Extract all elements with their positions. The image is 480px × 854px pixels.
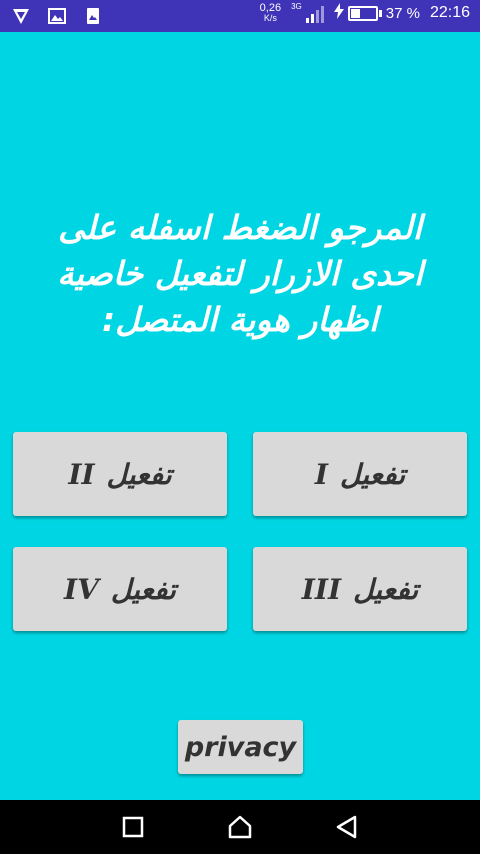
recent-apps-button[interactable] [113,807,153,847]
vpn-shield-icon [10,5,32,27]
battery-fill [350,8,361,18]
network-speed: 0,26 K/s [259,2,282,24]
activate-button-4[interactable]: تفعيل IV [13,547,227,631]
battery-icon [347,5,378,21]
button-numeral: III [301,572,342,606]
battery: 37 % [333,3,420,23]
back-icon [336,815,356,839]
button-label: تفعيل [340,457,406,491]
battery-percent: 37 % [385,4,420,22]
back-button[interactable] [327,807,367,847]
clock: 22:16 [429,4,470,21]
activate-button-3[interactable]: تفعيل III [253,547,467,631]
button-label: تفعيل [106,457,172,491]
status-right: 0,26 K/s 3G 37 % 22:16 [260,3,470,23]
signal-icon: 3G [291,3,324,23]
home-icon [228,815,252,839]
charging-icon [333,3,344,23]
network-type: 3G [291,2,302,11]
button-label: تفعيل [353,572,419,606]
home-button[interactable] [220,807,260,847]
privacy-button[interactable]: privacy [178,720,303,774]
status-bar: 0,26 K/s 3G 37 % 22:16 [0,0,480,32]
recent-apps-icon [123,816,144,838]
button-label: تفعيل [110,572,176,606]
gallery-icon [46,5,68,27]
net-speed-value: 0,26 [259,2,282,14]
activate-button-1[interactable]: تفعيل I [253,432,467,516]
status-left-icons [10,5,104,27]
navigation-bar [0,800,480,854]
button-numeral: I [314,457,328,491]
activate-button-2[interactable]: تفعيل II [13,432,227,516]
button-numeral: II [68,457,95,491]
button-numeral: IV [64,572,99,606]
screenshot-icon [82,5,104,27]
net-speed-unit: K/s [263,13,277,23]
instruction-message: المرجو الضغط اسفله على احدى الازرار لتفع… [57,208,423,339]
